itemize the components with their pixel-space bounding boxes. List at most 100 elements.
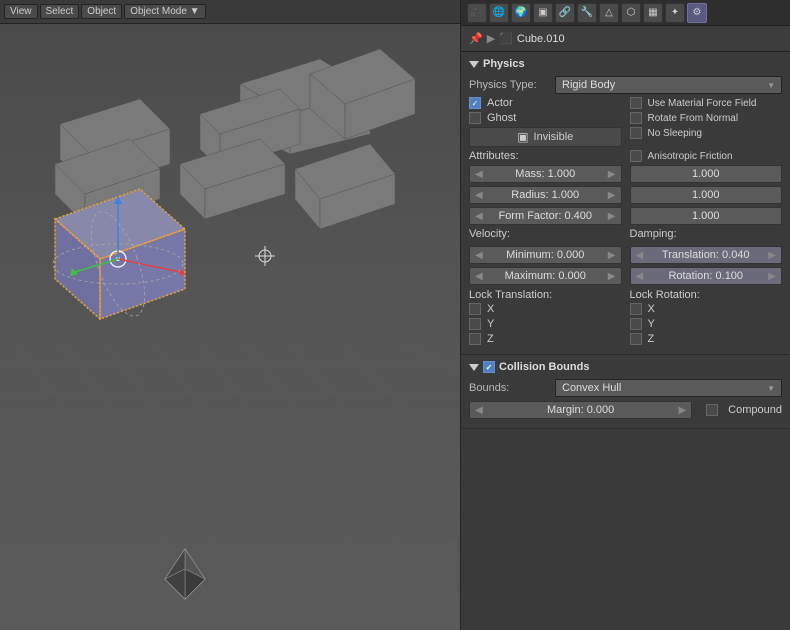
no-sleeping-row: No Sleeping [630, 127, 783, 139]
maximum-slider[interactable]: ◀ Maximum: 0.000 ▶ [469, 267, 622, 285]
particle-icon[interactable]: ✦ [665, 3, 685, 23]
translation-value: Translation: 0.040 [662, 249, 750, 261]
margin-left-arrow: ◀ [475, 405, 483, 416]
aniso-field-1[interactable]: 1.000 [630, 165, 783, 183]
actor-label: Actor [487, 97, 513, 109]
aniso-field-3[interactable]: 1.000 [630, 207, 783, 225]
invisible-label: Invisible [534, 131, 574, 143]
translation-right-arrow: ▶ [768, 250, 776, 261]
object-mode-menu[interactable]: Object Mode ▼ [124, 4, 205, 19]
constraint-icon[interactable]: 🔗 [555, 3, 575, 23]
mass-slider[interactable]: ◀ Mass: 1.000 ▶ [469, 165, 622, 183]
margin-value: Margin: 0.000 [547, 404, 614, 416]
form-factor-value: Form Factor: 0.400 [498, 210, 592, 222]
rotate-from-normal-row: Rotate From Normal [630, 112, 783, 124]
mass-value: Mass: 1.000 [515, 168, 575, 180]
physics-type-arrow: ▼ [767, 81, 775, 90]
lock-trans-y-row: Y [469, 318, 622, 330]
margin-slider[interactable]: ◀ Margin: 0.000 ▶ [469, 401, 692, 419]
maximum-left-arrow: ◀ [475, 271, 483, 282]
invisible-button[interactable]: ▣ Invisible [469, 127, 622, 147]
lock-trans-y-checkbox[interactable] [469, 318, 481, 330]
compound-checkbox[interactable] [706, 404, 718, 416]
viewport[interactable]: View Select Object Object Mode ▼ [0, 0, 460, 630]
ghost-row: Ghost [469, 112, 622, 124]
breadcrumb-sep: ▶ [487, 32, 495, 45]
aniso-field-2[interactable]: 1.000 [630, 186, 783, 204]
radius-value: Radius: 1.000 [511, 189, 579, 201]
attributes-label: Attributes: [469, 150, 622, 162]
render-icon[interactable]: 🎥 [467, 3, 487, 23]
bounds-dropdown[interactable]: Convex Hull ▼ [555, 379, 782, 397]
collision-bounds-section: Collision Bounds Bounds: Convex Hull ▼ ◀… [461, 355, 790, 429]
panel-icon-toolbar: 🎥 🌐 🌍 ▣ 🔗 🔧 △ ⬡ ▦ ✦ ⚙ [461, 0, 790, 26]
translation-slider[interactable]: ◀ Translation: 0.040 ▶ [630, 246, 783, 264]
anisotropic-label: Anisotropic Friction [648, 151, 733, 162]
scene-icon[interactable]: 🌐 [489, 3, 509, 23]
physics-icon[interactable]: ⚙ [687, 3, 707, 23]
select-menu[interactable]: Select [40, 4, 80, 19]
lock-rot-x-row: X [630, 303, 783, 315]
cube-icon: ⬛ [499, 32, 513, 45]
world-icon[interactable]: 🌍 [511, 3, 531, 23]
damping-label: Damping: [630, 228, 783, 240]
lock-trans-z-row: Z [469, 333, 622, 345]
lock-rot-z-checkbox[interactable] [630, 333, 642, 345]
radius-left-arrow: ◀ [475, 190, 483, 201]
ghost-checkbox[interactable] [469, 112, 481, 124]
collision-bounds-checkbox[interactable] [483, 361, 495, 373]
form-factor-slider[interactable]: ◀ Form Factor: 0.400 ▶ [469, 207, 622, 225]
lock-translation-label: Lock Translation: [469, 289, 622, 301]
form-factor-left-arrow: ◀ [475, 211, 483, 222]
rotation-right-arrow: ▶ [768, 271, 776, 282]
use-material-force-field-checkbox[interactable] [630, 97, 642, 109]
maximum-value: Maximum: 0.000 [505, 270, 586, 282]
rotation-left-arrow: ◀ [636, 271, 644, 282]
cube-name: Cube.010 [517, 33, 565, 45]
rotate-from-normal-checkbox[interactable] [630, 112, 642, 124]
data-icon[interactable]: △ [599, 3, 619, 23]
object-icon[interactable]: ▣ [533, 3, 553, 23]
lock-rot-z-row: Z [630, 333, 783, 345]
rotate-from-normal-label: Rotate From Normal [648, 113, 739, 124]
object-menu[interactable]: Object [81, 4, 122, 19]
collision-collapse-icon[interactable] [469, 364, 479, 371]
viewport-toolbar: View Select Object Object Mode ▼ [0, 0, 460, 24]
margin-right-arrow: ▶ [678, 405, 686, 416]
radius-slider[interactable]: ◀ Radius: 1.000 ▶ [469, 186, 622, 204]
lock-trans-z-checkbox[interactable] [469, 333, 481, 345]
lock-rotation-label: Lock Rotation: [630, 289, 783, 301]
lock-trans-y-label: Y [487, 318, 494, 330]
velocity-label: Velocity: [469, 228, 622, 240]
lock-rot-x-label: X [648, 303, 655, 315]
rotation-slider[interactable]: ◀ Rotation: 0.100 ▶ [630, 267, 783, 285]
lock-trans-x-label: X [487, 303, 494, 315]
modifier-icon[interactable]: 🔧 [577, 3, 597, 23]
no-sleeping-label: No Sleeping [648, 128, 702, 139]
mass-right-arrow: ▶ [608, 169, 616, 180]
rotation-value: Rotation: 0.100 [668, 270, 743, 282]
lock-rot-y-label: Y [648, 318, 655, 330]
physics-label: Physics [483, 58, 525, 70]
bounds-arrow: ▼ [767, 384, 775, 393]
lock-trans-x-checkbox[interactable] [469, 303, 481, 315]
lock-rot-z-label: Z [648, 333, 655, 345]
physics-type-dropdown[interactable]: Rigid Body ▼ [555, 76, 782, 94]
maximum-right-arrow: ▶ [608, 271, 616, 282]
material-icon[interactable]: ⬡ [621, 3, 641, 23]
physics-type-label: Physics Type: [469, 79, 549, 91]
texture-icon[interactable]: ▦ [643, 3, 663, 23]
form-factor-right-arrow: ▶ [608, 211, 616, 222]
ghost-label: Ghost [487, 112, 516, 124]
lock-rot-y-checkbox[interactable] [630, 318, 642, 330]
view-menu[interactable]: View [4, 4, 38, 19]
no-sleeping-checkbox[interactable] [630, 127, 642, 139]
minimum-slider[interactable]: ◀ Minimum: 0.000 ▶ [469, 246, 622, 264]
physics-collapse-icon[interactable] [469, 61, 479, 68]
anisotropic-checkbox[interactable] [630, 150, 642, 162]
actor-checkbox[interactable] [469, 97, 481, 109]
lock-rot-x-checkbox[interactable] [630, 303, 642, 315]
anisotropic-row: Anisotropic Friction [630, 150, 783, 162]
minimum-value: Minimum: 0.000 [506, 249, 584, 261]
physics-section-header: Physics [469, 58, 782, 70]
